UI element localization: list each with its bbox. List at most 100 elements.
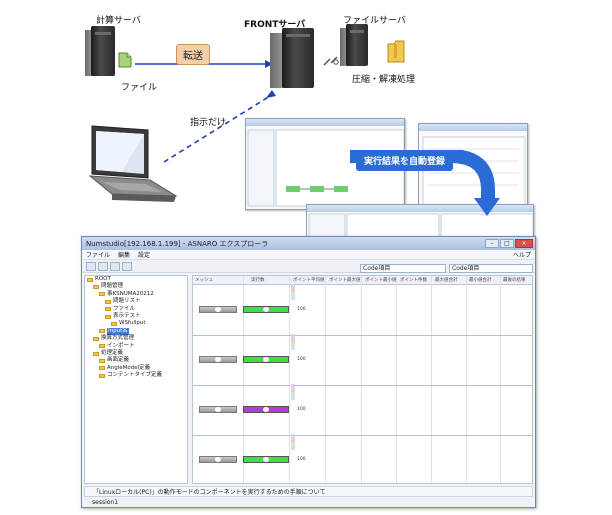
tree-item[interactable]: 画面定義 bbox=[85, 357, 187, 364]
calc-server-label: 計算サーバ bbox=[96, 16, 141, 26]
status-bar: 「Linuxローカル(PC)」の動作モードのコンポーネントを実行するための手順に… bbox=[84, 486, 533, 497]
front-server-icon bbox=[270, 28, 326, 90]
grid-column-header[interactable]: ポイント件数 bbox=[400, 276, 433, 285]
cell-value: 100 bbox=[297, 407, 306, 412]
grid-column-header[interactable]: 実行数 bbox=[251, 276, 291, 285]
instruction-label: 指示だけ bbox=[190, 118, 227, 128]
folder-icon bbox=[93, 285, 99, 290]
tree-panel: ROOT 問題管理 事KSNUMA20212 問題リスト ファイル 表示テスト WSfull… bbox=[84, 275, 188, 484]
tree-item[interactable]: 表示テスト bbox=[85, 313, 187, 320]
cell-value: 100 bbox=[297, 457, 306, 462]
legend-stack bbox=[291, 334, 295, 350]
tree-item-label: 問題リスト bbox=[113, 298, 141, 305]
mesh-thumbnail[interactable] bbox=[199, 356, 237, 363]
folder-icon bbox=[93, 336, 99, 341]
grid-column-divider bbox=[500, 276, 501, 483]
tree-item-label: インポート bbox=[107, 342, 135, 349]
window-title: Numstudio[192.168.1.199] - ASNARO エクスプロー… bbox=[86, 239, 269, 248]
legend-stack bbox=[291, 434, 295, 450]
grid-column-divider bbox=[431, 276, 432, 483]
tree-item[interactable]: 問題管理 bbox=[85, 283, 187, 290]
open-folder-icon[interactable] bbox=[86, 261, 96, 271]
grid-column-divider bbox=[289, 276, 290, 483]
tree-item-label: 画面定義 bbox=[107, 357, 130, 364]
result-color-bar[interactable] bbox=[243, 406, 289, 413]
grid-column-header[interactable]: 最後の結果 bbox=[503, 276, 532, 285]
menu-help[interactable]: ヘルプ bbox=[513, 250, 535, 259]
tree-item-label: 問題管理 bbox=[101, 283, 124, 290]
folder-icon bbox=[93, 351, 99, 356]
transfer-badge: 転送 bbox=[176, 44, 210, 65]
tree-item-label: 表示テスト bbox=[113, 312, 141, 319]
grid-column-header[interactable]: ポイント最小値 bbox=[365, 276, 398, 285]
menu-settings[interactable]: 設定 bbox=[138, 250, 150, 259]
grid-column-header[interactable]: 最小値合計 bbox=[469, 276, 501, 285]
folder-icon bbox=[105, 307, 111, 312]
folder-icon bbox=[99, 366, 105, 371]
tree-item-label: AngleModel定義 bbox=[107, 364, 151, 371]
grid-column-divider bbox=[396, 276, 397, 483]
mesh-thumbnail[interactable] bbox=[199, 306, 237, 313]
grid-column-header[interactable]: ポイント最大値 bbox=[329, 276, 363, 285]
tree-item[interactable]: AngleModel定義 bbox=[85, 365, 187, 372]
save-icon[interactable] bbox=[98, 261, 108, 271]
filter-icon[interactable] bbox=[122, 261, 132, 271]
grid-column-divider bbox=[466, 276, 467, 483]
tree-item-label: ファイル bbox=[113, 305, 136, 312]
folder-icon bbox=[99, 329, 105, 334]
result-color-bar[interactable] bbox=[243, 356, 289, 363]
grid-column-divider bbox=[325, 276, 326, 483]
grid-column-divider bbox=[361, 276, 362, 483]
code-select-1[interactable]: Code項目 bbox=[360, 264, 446, 273]
folder-icon bbox=[99, 292, 105, 297]
mesh-thumbnail[interactable] bbox=[199, 456, 237, 463]
tree-item-label: コンテントタイプ定義 bbox=[107, 372, 163, 379]
tree-item[interactable]: 換算方式管理 bbox=[85, 335, 187, 342]
file-server-icon bbox=[340, 24, 376, 68]
tree-item[interactable]: WSfullput bbox=[85, 320, 187, 327]
grid-column-header[interactable]: ポイント平均値 bbox=[293, 276, 327, 285]
cell-value: 100 bbox=[297, 357, 306, 362]
file-icon bbox=[118, 52, 132, 68]
folder-icon bbox=[99, 373, 105, 378]
file-label: ファイル bbox=[121, 83, 158, 93]
tree-item[interactable]: ファイル bbox=[85, 306, 187, 313]
code-select-2[interactable]: Code項目 bbox=[449, 264, 533, 273]
close-button[interactable]: × bbox=[515, 239, 533, 248]
menu-bar: ファイル 編集 設定 ヘルプ bbox=[82, 250, 535, 260]
tree-item-label: WSfullput bbox=[119, 320, 146, 327]
grid-header: メッシュ 実行数 ポイント平均値 ポイント最大値 ポイント最小値 ポイント件数 最大値合計最… bbox=[193, 276, 532, 285]
maximize-button[interactable]: □ bbox=[500, 239, 514, 248]
result-color-bar[interactable] bbox=[243, 306, 289, 313]
result-color-bar[interactable] bbox=[243, 456, 289, 463]
laptop-icon bbox=[82, 122, 178, 212]
mesh-thumbnail[interactable] bbox=[199, 406, 237, 413]
compress-label: 圧縮・解凍処理 bbox=[352, 75, 416, 85]
tree-item[interactable]: 問題リスト bbox=[85, 298, 187, 305]
tree-item-label: 換算方式管理 bbox=[101, 335, 135, 342]
folder-icon bbox=[386, 38, 406, 64]
session-bar: session1 bbox=[84, 498, 533, 507]
auto-register-banner: 実行結果を自動登録 bbox=[356, 150, 454, 171]
grid-row-divider bbox=[193, 385, 532, 386]
menu-edit[interactable]: 編集 bbox=[118, 250, 130, 259]
tree-item[interactable]: 処理定義 bbox=[85, 350, 187, 357]
menu-file[interactable]: ファイル bbox=[86, 250, 110, 259]
results-grid: メッシュ 実行数 ポイント平均値 ポイント最大値 ポイント最小値 ポイント件数 最大値合計最… bbox=[192, 275, 533, 484]
grid-column-header[interactable]: メッシュ bbox=[195, 276, 249, 285]
grid-row-divider bbox=[193, 435, 532, 436]
grid-row-divider bbox=[193, 335, 532, 336]
explorer-window: Numstudio[192.168.1.199] - ASNARO エクスプロー… bbox=[81, 236, 536, 508]
folder-icon bbox=[99, 344, 105, 349]
tree-item[interactable]: コンテントタイプ定義 bbox=[85, 372, 187, 379]
grid-column-header[interactable]: 最大値合計 bbox=[435, 276, 467, 285]
tree-item[interactable]: インポート bbox=[85, 343, 187, 350]
folder-icon bbox=[87, 277, 93, 282]
folder-icon bbox=[99, 358, 105, 363]
legend-stack bbox=[291, 284, 295, 300]
minimize-button[interactable]: – bbox=[485, 239, 499, 248]
folder-icon bbox=[105, 314, 111, 319]
cell-value: 100 bbox=[297, 307, 306, 312]
folder-icon bbox=[105, 299, 111, 304]
refresh-icon[interactable] bbox=[110, 261, 120, 271]
